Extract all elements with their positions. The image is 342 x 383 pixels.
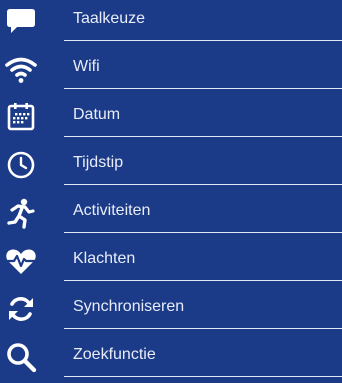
wifi-icon: [4, 52, 38, 86]
menu-item-synchroniseren[interactable]: Synchroniseren: [0, 288, 342, 336]
menu-item-datum[interactable]: Datum: [0, 96, 342, 144]
divider: [64, 280, 342, 281]
divider: [64, 88, 342, 89]
speech-bubble-icon: [4, 4, 38, 38]
running-person-icon: [4, 196, 38, 230]
divider: [64, 328, 342, 329]
menu-item-klachten[interactable]: Klachten: [0, 240, 342, 288]
divider: [64, 376, 342, 377]
divider: [64, 232, 342, 233]
menu-item-label: Activiteiten: [73, 202, 151, 219]
menu-item-label: Zoekfunctie: [73, 346, 156, 363]
clock-icon: [4, 148, 38, 182]
heart-pulse-icon: [4, 244, 38, 278]
menu-item-tijdstip[interactable]: Tijdstip: [0, 144, 342, 192]
menu-item-activiteiten[interactable]: Activiteiten: [0, 192, 342, 240]
menu-item-label: Datum: [73, 106, 121, 123]
divider: [64, 136, 342, 137]
menu-item-label: Klachten: [73, 250, 136, 267]
menu-item-label: Synchroniseren: [73, 298, 185, 315]
menu-item-zoekfunctie[interactable]: Zoekfunctie: [0, 336, 342, 383]
menu-item-label: Tijdstip: [73, 154, 124, 171]
menu-item-taalkeuze[interactable]: Taalkeuze: [0, 0, 342, 48]
sync-icon: [4, 292, 38, 326]
search-icon: [4, 340, 38, 374]
menu-item-wifi[interactable]: Wifi: [0, 48, 342, 96]
settings-menu: Taalkeuze Wifi Datum Tijdstip Activiteit…: [0, 0, 342, 383]
menu-item-label: Wifi: [73, 58, 100, 75]
menu-item-label: Taalkeuze: [73, 10, 146, 27]
divider: [64, 184, 342, 185]
calendar-icon: [4, 100, 38, 134]
divider: [64, 40, 342, 41]
